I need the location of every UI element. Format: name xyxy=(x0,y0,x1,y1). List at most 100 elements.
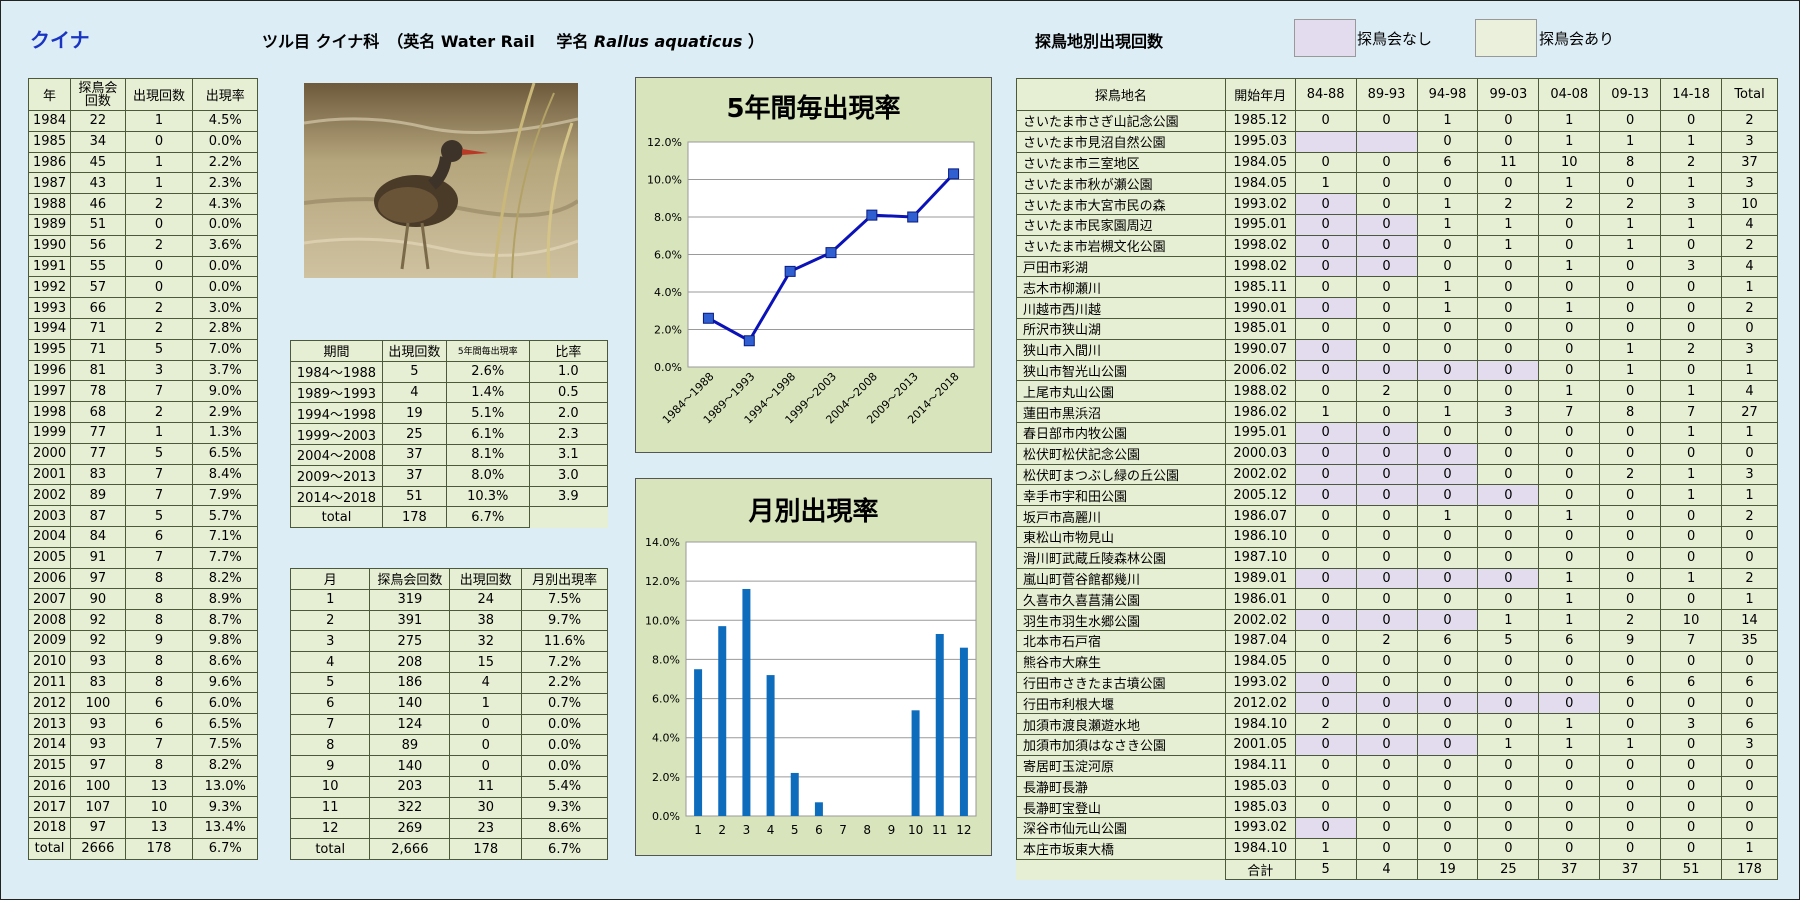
x-tick-label: 4 xyxy=(767,823,775,837)
y-tick-label: 10.0% xyxy=(647,174,682,187)
table-cell: 93 xyxy=(70,650,126,673)
site-cell: 1 xyxy=(1294,837,1357,860)
table-cell: 37 xyxy=(381,464,447,487)
table-cell: 3 xyxy=(289,630,371,653)
table-row: 1989 51 0 0.0% xyxy=(27,213,258,236)
site-cell: 4 xyxy=(1721,213,1778,236)
site-cell: 0 xyxy=(1538,754,1601,777)
site-cell: 0 xyxy=(1355,525,1418,548)
table-row: 2004～2008 37 8.1% 3.1 xyxy=(290,443,609,466)
data-point xyxy=(948,168,960,180)
site-cell: 0 xyxy=(1355,359,1418,382)
site-row: 狭山市入間川 1990.07 0 0 0 0 0 1 2 3 xyxy=(1016,338,1778,361)
site-cell: 0 xyxy=(1416,421,1479,444)
site-cell: 1988.02 xyxy=(1224,380,1296,403)
data-point xyxy=(825,247,837,259)
table-cell: 1 xyxy=(124,110,194,132)
site-cell: 14 xyxy=(1721,609,1778,631)
site-total-cell: 合計 xyxy=(1224,858,1296,881)
total-row: total 2,666 178 6.7% xyxy=(289,838,608,861)
site-cell: 1 xyxy=(1416,401,1479,423)
site-cell: 0 xyxy=(1538,234,1601,257)
site-cell: 2002.02 xyxy=(1224,609,1296,631)
site-cell: 1993.02 xyxy=(1224,193,1296,215)
site-cell: 6 xyxy=(1416,151,1479,174)
table-cell: 37 xyxy=(381,443,447,466)
table-cell: 203 xyxy=(369,775,451,798)
site-cell: 0 xyxy=(1599,380,1662,403)
y-tick-label: 4.0% xyxy=(652,732,680,745)
table-cell: 1997 xyxy=(27,380,72,403)
site-name: 長瀞町長瀞 xyxy=(1016,775,1226,798)
site-name: 滑川町武蔵丘陵森林公園 xyxy=(1016,546,1226,569)
site-total-cell: 25 xyxy=(1477,858,1540,881)
site-cell xyxy=(1355,130,1418,153)
site-cell: 2 xyxy=(1355,629,1418,652)
site-col-header: 04-08 xyxy=(1538,78,1601,111)
site-cell: 1 xyxy=(1660,484,1723,507)
site-cell: 1 xyxy=(1477,213,1540,236)
total-cell: total xyxy=(27,837,72,860)
site-cell: 6 xyxy=(1721,713,1778,735)
table-row: 1992 57 0 0.0% xyxy=(27,276,258,299)
x-tick-label: 5 xyxy=(791,823,799,837)
site-cell: 1989.01 xyxy=(1224,567,1296,590)
table-cell: 92 xyxy=(70,609,126,631)
table-cell: 13 xyxy=(124,817,194,839)
site-cell: 0 xyxy=(1355,421,1418,444)
site-cell: 6 xyxy=(1660,671,1723,694)
table-cell: 77 xyxy=(70,442,126,465)
site-cell: 0 xyxy=(1416,172,1479,195)
table-cell: 6.5% xyxy=(192,713,258,735)
y-tick-label: 14.0% xyxy=(645,536,680,549)
table-cell: 1995 xyxy=(27,338,72,361)
table-cell: 2.6% xyxy=(445,360,530,383)
table-cell: 9.0% xyxy=(192,380,258,403)
site-cell: 0 xyxy=(1660,754,1723,777)
site-cell: 1987.04 xyxy=(1224,629,1296,652)
table-cell: 1 xyxy=(289,588,371,611)
site-cell: 0 xyxy=(1294,609,1357,631)
table-cell: 7 xyxy=(124,733,194,756)
site-cell: 3 xyxy=(1721,733,1778,756)
site-cell: 0 xyxy=(1416,754,1479,777)
site-cell: 1998.02 xyxy=(1224,255,1296,278)
table-cell: 8 xyxy=(124,754,194,777)
table-cell: 1991 xyxy=(27,255,72,278)
table-row: 2012 100 6 6.0% xyxy=(27,692,258,715)
table-cell: 55 xyxy=(70,255,126,278)
monthly-chart: 月別出現率 0.0% 2.0% 4.0% 6.0% 8.0% 10.0% 12.0% 14.0… xyxy=(635,478,992,856)
site-cell: 1 xyxy=(1660,463,1723,486)
site-row: 行田市利根大堰 2012.02 0 0 0 0 0 0 0 0 xyxy=(1016,692,1778,715)
table-cell: 87 xyxy=(70,505,126,527)
site-cell: 1 xyxy=(1660,130,1723,153)
table-row: 2003 87 5 5.7% xyxy=(27,505,258,527)
site-cell: 0 xyxy=(1599,692,1662,715)
table-cell: 5.4% xyxy=(521,775,608,798)
site-cell: 6 xyxy=(1538,629,1601,652)
site-cell: 0 xyxy=(1660,234,1723,257)
table-cell: 51 xyxy=(70,213,126,236)
site-name: 行田市さきたま古墳公園 xyxy=(1016,671,1226,694)
table-cell: 12 xyxy=(289,817,371,840)
site-cell: 0 xyxy=(1477,713,1540,735)
total-row: total 178 6.7% xyxy=(290,506,608,529)
x-tick-label: 11 xyxy=(932,823,947,837)
site-cell: 0 xyxy=(1599,650,1662,673)
table-cell: 2 xyxy=(289,609,371,632)
site-row: 長瀞町長瀞 1985.03 0 0 0 0 0 0 0 0 xyxy=(1016,775,1778,798)
bar xyxy=(766,675,775,816)
site-cell: 0 xyxy=(1721,692,1778,715)
site-cell: 0 xyxy=(1538,317,1601,340)
table-cell: 2009 xyxy=(27,629,72,652)
site-name: 所沢市狭山湖 xyxy=(1016,317,1226,340)
table-row: 1989～1993 4 1.4% 0.5 xyxy=(290,381,609,404)
site-cell: 0 xyxy=(1294,255,1357,278)
table-row: 1999 77 1 1.3% xyxy=(27,421,258,444)
site-cell: 0 xyxy=(1538,359,1601,382)
site-cell: 0 xyxy=(1477,588,1540,611)
site-cell: 2 xyxy=(1599,609,1662,631)
table-cell: 56 xyxy=(70,234,126,257)
table-row: 9 140 0 0.0% xyxy=(289,755,608,777)
table-cell: 1 xyxy=(449,692,523,715)
